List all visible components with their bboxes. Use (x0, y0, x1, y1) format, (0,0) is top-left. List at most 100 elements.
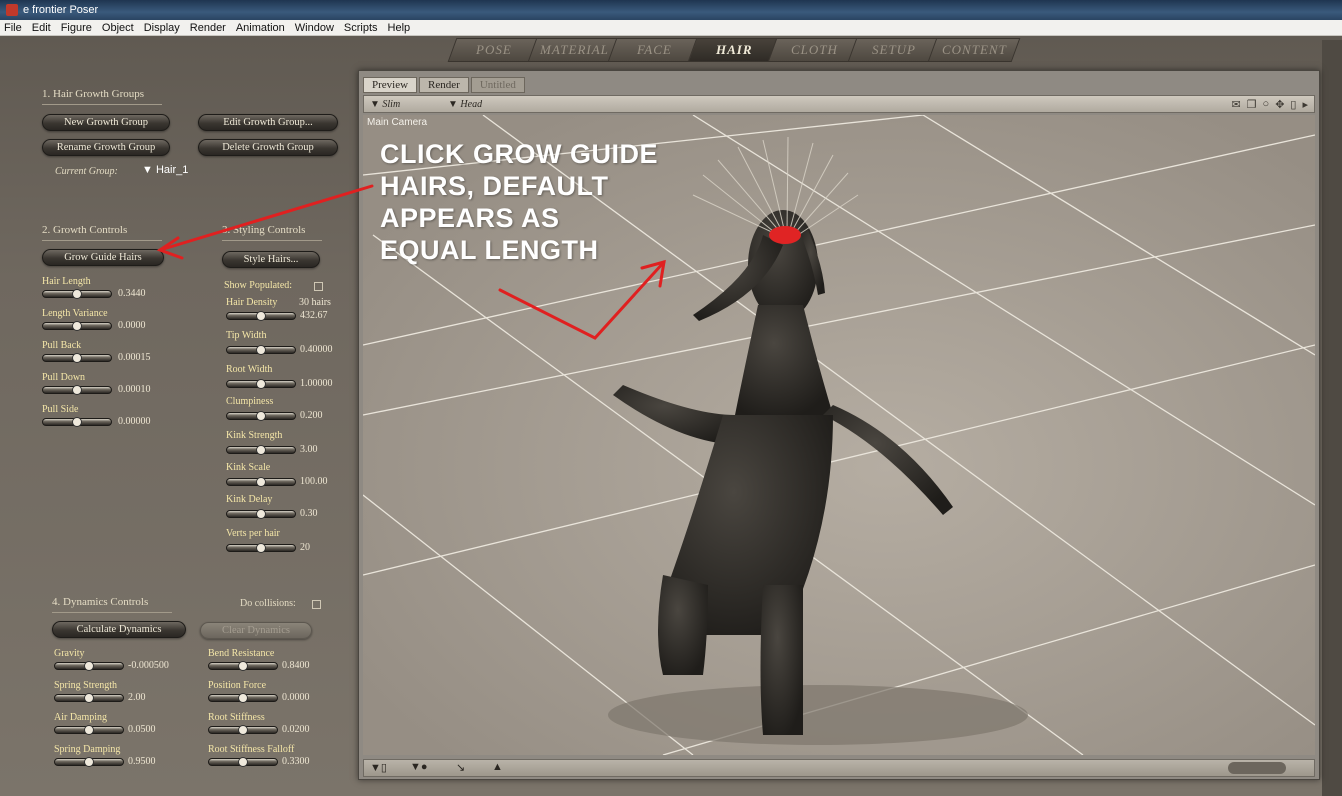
envelope-icon[interactable]: ✉ (1231, 98, 1240, 111)
tab-material[interactable]: MATERIAL (527, 38, 621, 62)
render-style-dropdown[interactable]: ▼ Slim (370, 99, 400, 110)
position-force-slider[interactable] (208, 693, 278, 703)
tab-cloth[interactable]: CLOTH (767, 38, 861, 62)
length-variance-value[interactable]: 0.0000 (118, 320, 146, 331)
tab-hair[interactable]: HAIR (687, 38, 781, 62)
pull-side-slider[interactable] (42, 417, 112, 427)
shadow-toggle-icon[interactable]: ▼▯ (370, 761, 387, 774)
pull-down-value[interactable]: 0.00010 (118, 384, 151, 395)
tab-render[interactable]: Render (419, 77, 469, 93)
spring-strength-value[interactable]: 2.00 (128, 692, 146, 703)
slider-knob[interactable] (84, 725, 94, 735)
menu-render[interactable]: Render (190, 22, 226, 34)
root-stiffness-slider[interactable] (208, 725, 278, 735)
air-damping-slider[interactable] (54, 725, 124, 735)
root-stiffness-value[interactable]: 0.0200 (282, 724, 310, 735)
light-icon[interactable]: ▯ (1290, 98, 1296, 111)
kink-strength-slider[interactable] (226, 445, 296, 455)
slider-knob[interactable] (238, 757, 248, 767)
slider-knob[interactable] (84, 693, 94, 703)
pull-down-slider[interactable] (42, 385, 112, 395)
bend-resistance-slider[interactable] (208, 661, 278, 671)
move-icon[interactable]: ✥ (1275, 98, 1284, 111)
delete-growth-group-button[interactable]: Delete Growth Group (198, 139, 338, 156)
kink-delay-slider[interactable] (226, 509, 296, 519)
hair-length-value[interactable]: 0.3440 (118, 288, 146, 299)
slider-knob[interactable] (84, 661, 94, 671)
slider-knob[interactable] (238, 661, 248, 671)
slider-knob[interactable] (238, 725, 248, 735)
slider-knob[interactable] (256, 509, 266, 519)
do-collisions-checkbox[interactable] (312, 600, 321, 609)
slider-knob[interactable] (84, 757, 94, 767)
slider-knob[interactable] (72, 417, 82, 427)
position-force-value[interactable]: 0.0000 (282, 692, 310, 703)
slider-knob[interactable] (72, 385, 82, 395)
kink-strength-value[interactable]: 3.00 (300, 444, 318, 455)
air-damping-value[interactable]: 0.0500 (128, 724, 156, 735)
spring-damping-slider[interactable] (54, 757, 124, 767)
menu-figure[interactable]: Figure (61, 22, 92, 34)
menu-display[interactable]: Display (144, 22, 180, 34)
spring-strength-slider[interactable] (54, 693, 124, 703)
kink-delay-value[interactable]: 0.30 (300, 508, 318, 519)
menu-animation[interactable]: Animation (236, 22, 285, 34)
root-stiffness-falloff-slider[interactable] (208, 757, 278, 767)
slider-knob[interactable] (256, 477, 266, 487)
slider-knob[interactable] (72, 353, 82, 363)
gravity-slider[interactable] (54, 661, 124, 671)
show-populated-checkbox[interactable] (314, 282, 323, 291)
menu-window[interactable]: Window (295, 22, 334, 34)
copy-icon[interactable]: ❐ (1247, 98, 1257, 111)
sync-icon[interactable]: ↘ (456, 761, 465, 774)
edit-growth-group-button[interactable]: Edit Growth Group... (198, 114, 338, 131)
pull-back-slider[interactable] (42, 353, 112, 363)
slider-knob[interactable] (256, 345, 266, 355)
root-width-slider[interactable] (226, 379, 296, 389)
figure-icon[interactable]: ▲ (492, 761, 503, 773)
calculate-dynamics-button[interactable]: Calculate Dynamics (52, 621, 186, 638)
new-growth-group-button[interactable]: New Growth Group (42, 114, 170, 131)
menu-help[interactable]: Help (388, 22, 411, 34)
element-dropdown[interactable]: ▼ Head (448, 99, 482, 110)
tip-width-value[interactable]: 0.40000 (300, 344, 333, 355)
bend-resistance-value[interactable]: 0.8400 (282, 660, 310, 671)
clumpiness-slider[interactable] (226, 411, 296, 421)
rename-growth-group-button[interactable]: Rename Growth Group (42, 139, 170, 156)
pull-back-value[interactable]: 0.00015 (118, 352, 151, 363)
root-stiffness-falloff-value[interactable]: 0.3300 (282, 756, 310, 767)
root-width-value[interactable]: 1.00000 (300, 378, 333, 389)
hair-density-value[interactable]: 432.67 (300, 310, 328, 321)
arrow-right-icon[interactable]: ▸ (1302, 98, 1308, 111)
kink-scale-slider[interactable] (226, 477, 296, 487)
hair-length-slider[interactable] (42, 289, 112, 299)
slider-knob[interactable] (256, 379, 266, 389)
tab-preview[interactable]: Preview (363, 77, 418, 93)
menu-object[interactable]: Object (102, 22, 134, 34)
menu-edit[interactable]: Edit (32, 22, 51, 34)
slider-knob[interactable] (238, 693, 248, 703)
slider-knob[interactable] (72, 289, 82, 299)
menu-scripts[interactable]: Scripts (344, 22, 378, 34)
clumpiness-value[interactable]: 0.200 (300, 410, 323, 421)
slider-knob[interactable] (256, 311, 266, 321)
tab-setup[interactable]: SETUP (847, 38, 941, 62)
view-controls-icon[interactable] (1228, 762, 1286, 774)
slider-knob[interactable] (256, 543, 266, 553)
lighting-toggle-icon[interactable]: ▼● (410, 761, 428, 773)
slider-knob[interactable] (256, 445, 266, 455)
hair-density-slider[interactable] (226, 311, 296, 321)
tip-width-slider[interactable] (226, 345, 296, 355)
slider-knob[interactable] (256, 411, 266, 421)
pull-side-value[interactable]: 0.00000 (118, 416, 151, 427)
clear-dynamics-button[interactable]: Clear Dynamics (200, 622, 312, 639)
current-group-select[interactable]: ▼ Hair_1 (142, 164, 188, 176)
tab-pose[interactable]: POSE (447, 38, 541, 62)
grow-guide-hairs-button[interactable]: Grow Guide Hairs (42, 249, 164, 266)
tab-untitled[interactable]: Untitled (470, 77, 525, 93)
menu-file[interactable]: File (4, 22, 22, 34)
style-hairs-button[interactable]: Style Hairs... (222, 251, 320, 268)
verts-per-hair-value[interactable]: 20 (300, 542, 310, 553)
gravity-value[interactable]: -0.000500 (128, 660, 169, 671)
tab-face[interactable]: FACE (607, 38, 701, 62)
